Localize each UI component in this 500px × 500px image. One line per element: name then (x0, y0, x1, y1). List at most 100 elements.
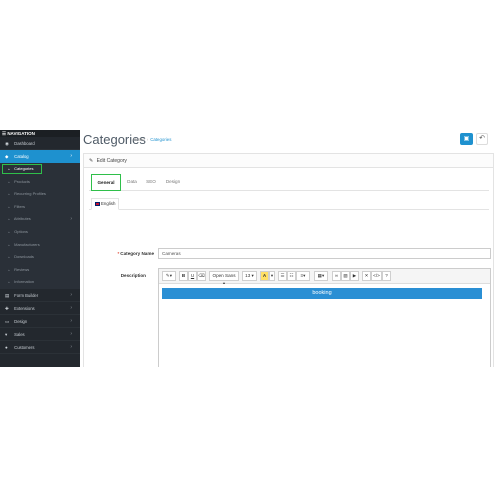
main-content: Categories Home › Categories ▣ ↶ ✎ Edit Ca… (80, 130, 500, 367)
sidebar-subitem-reviews[interactable]: » Reviews (0, 263, 80, 277)
underline-icon[interactable]: U (188, 271, 197, 281)
menu-icon: ☰ (2, 131, 7, 136)
form-tabs: General Data SEO Design (89, 172, 489, 191)
description-label: Description (120, 273, 146, 278)
sidebar-item-catalog[interactable]: ◆ Catalog › (0, 150, 80, 163)
nav-header-label: NAVIGATION (7, 131, 35, 136)
reply-icon: ↶ (479, 135, 485, 142)
sidebar-subitem-options[interactable]: » Options (0, 225, 80, 239)
color-dropdown-icon[interactable]: ▾ (269, 271, 275, 281)
tab-data[interactable]: Data (123, 174, 141, 191)
bullet-icon: » (8, 280, 10, 285)
fullscreen-icon[interactable]: ✕ (362, 271, 371, 281)
admin-frame: ☰ NAVIGATION ◉ Dashboard ◆ Catalog › » C… (0, 130, 500, 367)
chevron-right-icon: › (70, 343, 72, 350)
category-name-label: *Category Name (104, 251, 155, 256)
sidebar-subitem-label: Downloads (14, 254, 34, 260)
sidebar-subitem-label: Information (14, 279, 35, 285)
edit-category-panel: ✎ Edit Category General Data SEO Design … (83, 153, 494, 367)
editor-toolbar: ✎▾ B U ⌫ Open Sans ▾ 13 ▾ A ▾ ☰ ☷ ≡▾ ▦▾ … (159, 269, 490, 286)
sidebar-subitem-attributes[interactable]: » Attributes › (0, 213, 80, 226)
chevron-right-icon: › (70, 317, 72, 324)
language-tabs: English (89, 196, 489, 210)
bullet-icon: » (8, 229, 10, 234)
sidebar-subitem-information[interactable]: » Information (0, 276, 80, 289)
breadcrumb: Home › Categories (133, 137, 171, 142)
sidebar-item-label: Dashboard (14, 141, 35, 146)
uk-flag-icon (95, 202, 100, 206)
bullet-icon: » (8, 255, 10, 260)
video-icon[interactable]: ▶ (350, 271, 359, 281)
bullet-icon: » (8, 192, 10, 197)
sidebar-subitem-categories[interactable]: » Categories (0, 163, 80, 176)
sidebar-item-label: Design (14, 318, 28, 324)
code-view-icon[interactable]: </> (371, 271, 382, 281)
sidebar-item-extensions[interactable]: ✚ Extensions › (0, 302, 80, 315)
category-name-input[interactable] (158, 248, 491, 259)
sidebar-subitem-label: Products (14, 178, 30, 184)
tab-general[interactable]: General (91, 174, 121, 191)
magic-wand-icon[interactable]: ✎▾ (162, 271, 176, 281)
puzzle-icon: ✚ (5, 305, 9, 311)
eraser-icon[interactable]: ⌫ (197, 271, 206, 281)
cart-icon: ▾ (5, 331, 8, 337)
bullet-icon: » (8, 204, 10, 209)
sidebar-subitem-products[interactable]: » Products (0, 175, 80, 189)
editor-body[interactable]: booking (159, 284, 490, 367)
sidebar-subitem-manufacturers[interactable]: » Manufacturers (0, 238, 80, 252)
pencil-icon: ✎ (89, 158, 94, 164)
paragraph-icon[interactable]: ≡▾ (296, 271, 310, 281)
tag-icon: ◆ (5, 154, 9, 159)
bullet-icon: » (8, 242, 10, 247)
user-icon: ● (5, 344, 8, 350)
sidebar-item-sales[interactable]: ▾ Sales › (0, 328, 80, 341)
save-icon: ▣ (463, 136, 470, 142)
tab-design[interactable]: Design (162, 174, 184, 191)
link-icon[interactable]: ∞ (332, 271, 341, 281)
sidebar-subitem-label: Options (14, 228, 28, 234)
sidebar-subitem-recurring-profiles[interactable]: » Recurring Profiles (0, 188, 80, 201)
chevron-right-icon: › (70, 330, 72, 337)
table-icon[interactable]: ▦▾ (314, 271, 328, 281)
font-family-dropdown[interactable]: Open Sans ▾ (209, 271, 239, 286)
monitor-icon: ▭ (5, 318, 10, 324)
sidebar-item-form-builder[interactable]: ▤ Form Builder › (0, 289, 80, 302)
sidebar-subitem-filters[interactable]: » Filters (0, 200, 80, 214)
font-color-icon[interactable]: A (260, 271, 269, 281)
bullet-icon: » (8, 267, 10, 272)
back-button[interactable]: ↶ (476, 133, 488, 145)
booking-banner: booking (162, 288, 482, 299)
sidebar-item-customers[interactable]: ● Customers › (0, 341, 80, 354)
breadcrumb-categories[interactable]: Categories (150, 137, 171, 142)
save-button[interactable]: ▣ (460, 133, 473, 145)
sidebar-subitem-label: Manufacturers (14, 241, 40, 247)
ordered-list-icon[interactable]: ☷ (287, 271, 296, 281)
font-size-dropdown[interactable]: 13 ▾ (242, 271, 257, 281)
tab-language-english[interactable]: English (91, 198, 119, 210)
sidebar-subitem-label: Recurring Profiles (14, 191, 46, 197)
sidebar-item-label: Customers (14, 344, 35, 350)
help-icon[interactable]: ? (382, 271, 391, 281)
category-name-label-text: Category Name (120, 251, 154, 256)
tab-seo[interactable]: SEO (143, 174, 159, 191)
unordered-list-icon[interactable]: ☰ (278, 271, 287, 281)
sidebar-subitem-downloads[interactable]: » Downloads (0, 251, 80, 264)
panel-heading: ✎ Edit Category (84, 154, 493, 168)
panel-heading-label: Edit Category (96, 158, 127, 164)
chevron-right-icon: › (70, 216, 72, 223)
chevron-right-icon: › (70, 291, 72, 298)
picture-icon[interactable]: ▨ (341, 271, 350, 281)
breadcrumb-home[interactable]: Home (133, 137, 145, 142)
bullet-icon: » (8, 179, 10, 184)
breadcrumb-separator: › (146, 137, 149, 142)
sidebar-item-dashboard[interactable]: ◉ Dashboard (0, 137, 80, 150)
sidebar-subitem-label: Attributes (13, 216, 31, 222)
bold-icon[interactable]: B (179, 271, 188, 281)
sidebar-item-label: Sales (14, 331, 25, 337)
selection-highlight (2, 164, 42, 174)
sidebar: ☰ NAVIGATION ◉ Dashboard ◆ Catalog › » C… (0, 130, 80, 367)
nav-header: ☰ NAVIGATION (0, 130, 80, 137)
chevron-down-icon: › (70, 153, 72, 159)
description-editor: ✎▾ B U ⌫ Open Sans ▾ 13 ▾ A ▾ ☰ ☷ ≡▾ ▦▾ … (158, 268, 491, 367)
sidebar-item-design[interactable]: ▭ Design › (0, 315, 80, 328)
